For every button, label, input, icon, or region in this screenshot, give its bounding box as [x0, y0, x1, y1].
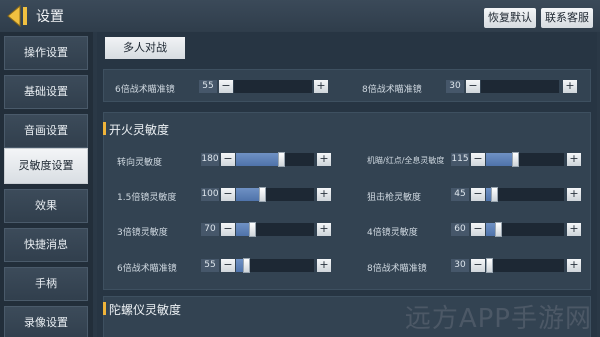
scope-left-value: 55 [199, 80, 217, 93]
slider-thumb[interactable] [512, 152, 519, 167]
turn-sensitivity-label: 转向灵敏度 [117, 158, 163, 168]
scope-right-plus-button[interactable]: + [563, 80, 577, 93]
slider-thumb[interactable] [491, 187, 498, 202]
gyro-sensitivity-title: 陀螺仪灵敏度 [109, 303, 182, 317]
slider-thumb[interactable] [278, 152, 285, 167]
scope-6x-label: 6倍战术瞄准镜 [117, 264, 177, 274]
sniper-sensitivity-value: 45 [451, 188, 469, 201]
turn-sensitivity-minus-button[interactable]: − [221, 153, 235, 166]
iron-sight-sensitivity-slider[interactable] [486, 152, 564, 167]
scope-8x-plus-button[interactable]: + [567, 259, 581, 272]
scope-right-slider[interactable] [481, 80, 559, 93]
sidebar-item-recording[interactable]: 录像设置 [4, 306, 88, 337]
tab-multiplayer[interactable]: 多人对战 [105, 37, 185, 59]
scope-8x-minus-button[interactable]: − [471, 259, 485, 272]
back-button[interactable] [4, 3, 32, 29]
scope-4x-label: 4倍镜灵敏度 [367, 228, 418, 238]
watermark: 远方APP手游网 [405, 298, 592, 335]
sniper-sensitivity-label: 狙击枪灵敏度 [367, 193, 422, 203]
scope-1-5x-plus-button[interactable]: + [317, 188, 331, 201]
scope-4x-minus-button[interactable]: − [471, 223, 485, 236]
scope-8x-value: 30 [451, 259, 469, 272]
slider-thumb[interactable] [259, 187, 266, 202]
iron-sight-sensitivity-plus-button[interactable]: + [567, 153, 581, 166]
scope-4x-value: 60 [451, 223, 469, 236]
iron-sight-sensitivity-label: 机瞄/红点/全息灵敏度 [367, 156, 445, 165]
scope-6x-plus-button[interactable]: + [317, 259, 331, 272]
slider-thumb[interactable] [243, 258, 250, 273]
restore-default-button[interactable]: 恢复默认 [484, 8, 536, 28]
turn-sensitivity-value: 180 [201, 153, 219, 166]
scope-3x-minus-button[interactable]: − [221, 223, 235, 236]
scope-3x-slider[interactable] [236, 222, 314, 237]
scope-right-minus-button[interactable]: − [466, 80, 480, 93]
main-panel: 多人对战 6倍战术瞄准镜 55 − + 8倍战术瞄准镜 30 − + 开火灵敏度… [97, 32, 597, 337]
scope-3x-value: 70 [201, 223, 219, 236]
sidebar-item-sensitivity[interactable]: 灵敏度设置 [4, 148, 88, 184]
scope-1-5x-label: 1.5倍镜灵敏度 [117, 193, 177, 203]
scope-1-5x-value: 100 [201, 188, 219, 201]
sidebar-item-effects[interactable]: 效果 [4, 189, 88, 223]
scope-left-label: 6倍战术瞄准镜 [115, 85, 175, 95]
scope-4x-slider[interactable] [486, 222, 564, 237]
scope-1-5x-minus-button[interactable]: − [221, 188, 235, 201]
slider-thumb[interactable] [486, 258, 493, 273]
scope-1-5x-slider[interactable] [236, 187, 314, 202]
sniper-sensitivity-minus-button[interactable]: − [471, 188, 485, 201]
contact-service-button[interactable]: 联系客服 [541, 8, 593, 28]
scope-left-plus-button[interactable]: + [314, 80, 328, 93]
scope-left-minus-button[interactable]: − [219, 80, 233, 93]
scope-6x-minus-button[interactable]: − [221, 259, 235, 272]
page-title: 设置 [36, 9, 64, 25]
iron-sight-sensitivity-minus-button[interactable]: − [471, 153, 485, 166]
scope-left-slider[interactable] [234, 80, 312, 93]
slider-thumb[interactable] [495, 222, 502, 237]
scope-6x-slider[interactable] [236, 258, 314, 273]
section-accent-bar [103, 122, 106, 135]
iron-sight-sensitivity-value: 115 [451, 153, 469, 166]
turn-sensitivity-plus-button[interactable]: + [317, 153, 331, 166]
scope-8x-slider[interactable] [486, 258, 564, 273]
back-arrow-icon [7, 4, 27, 28]
scope-4x-plus-button[interactable]: + [567, 223, 581, 236]
sniper-sensitivity-slider[interactable] [486, 187, 564, 202]
sidebar-item-quick-messages[interactable]: 快捷消息 [4, 228, 88, 262]
slider-fill [236, 153, 282, 166]
top-bar: 设置 恢复默认 联系客服 [0, 0, 600, 32]
sidebar-item-audio-video[interactable]: 音画设置 [4, 114, 88, 148]
sniper-sensitivity-plus-button[interactable]: + [567, 188, 581, 201]
watermark-text: 远方APP手游网 [404, 304, 592, 334]
fire-sensitivity-title: 开火灵敏度 [109, 123, 170, 137]
scope-right-label: 8倍战术瞄准镜 [362, 85, 422, 95]
sidebar-item-basic[interactable]: 基础设置 [4, 75, 88, 109]
turn-sensitivity-slider[interactable] [236, 152, 314, 167]
section-accent-bar [103, 302, 106, 315]
scope-right-value: 30 [446, 80, 464, 93]
scope-3x-plus-button[interactable]: + [317, 223, 331, 236]
sidebar: 操作设置 基础设置 音画设置 灵敏度设置 效果 快捷消息 手柄 录像设置 [0, 32, 93, 337]
scope-6x-value: 55 [201, 259, 219, 272]
sidebar-item-controller[interactable]: 手柄 [4, 267, 88, 301]
sidebar-item-operation[interactable]: 操作设置 [4, 36, 88, 70]
scope-3x-label: 3倍镜灵敏度 [117, 228, 168, 238]
slider-thumb[interactable] [249, 222, 256, 237]
scope-8x-label: 8倍战术瞄准镜 [367, 264, 427, 274]
